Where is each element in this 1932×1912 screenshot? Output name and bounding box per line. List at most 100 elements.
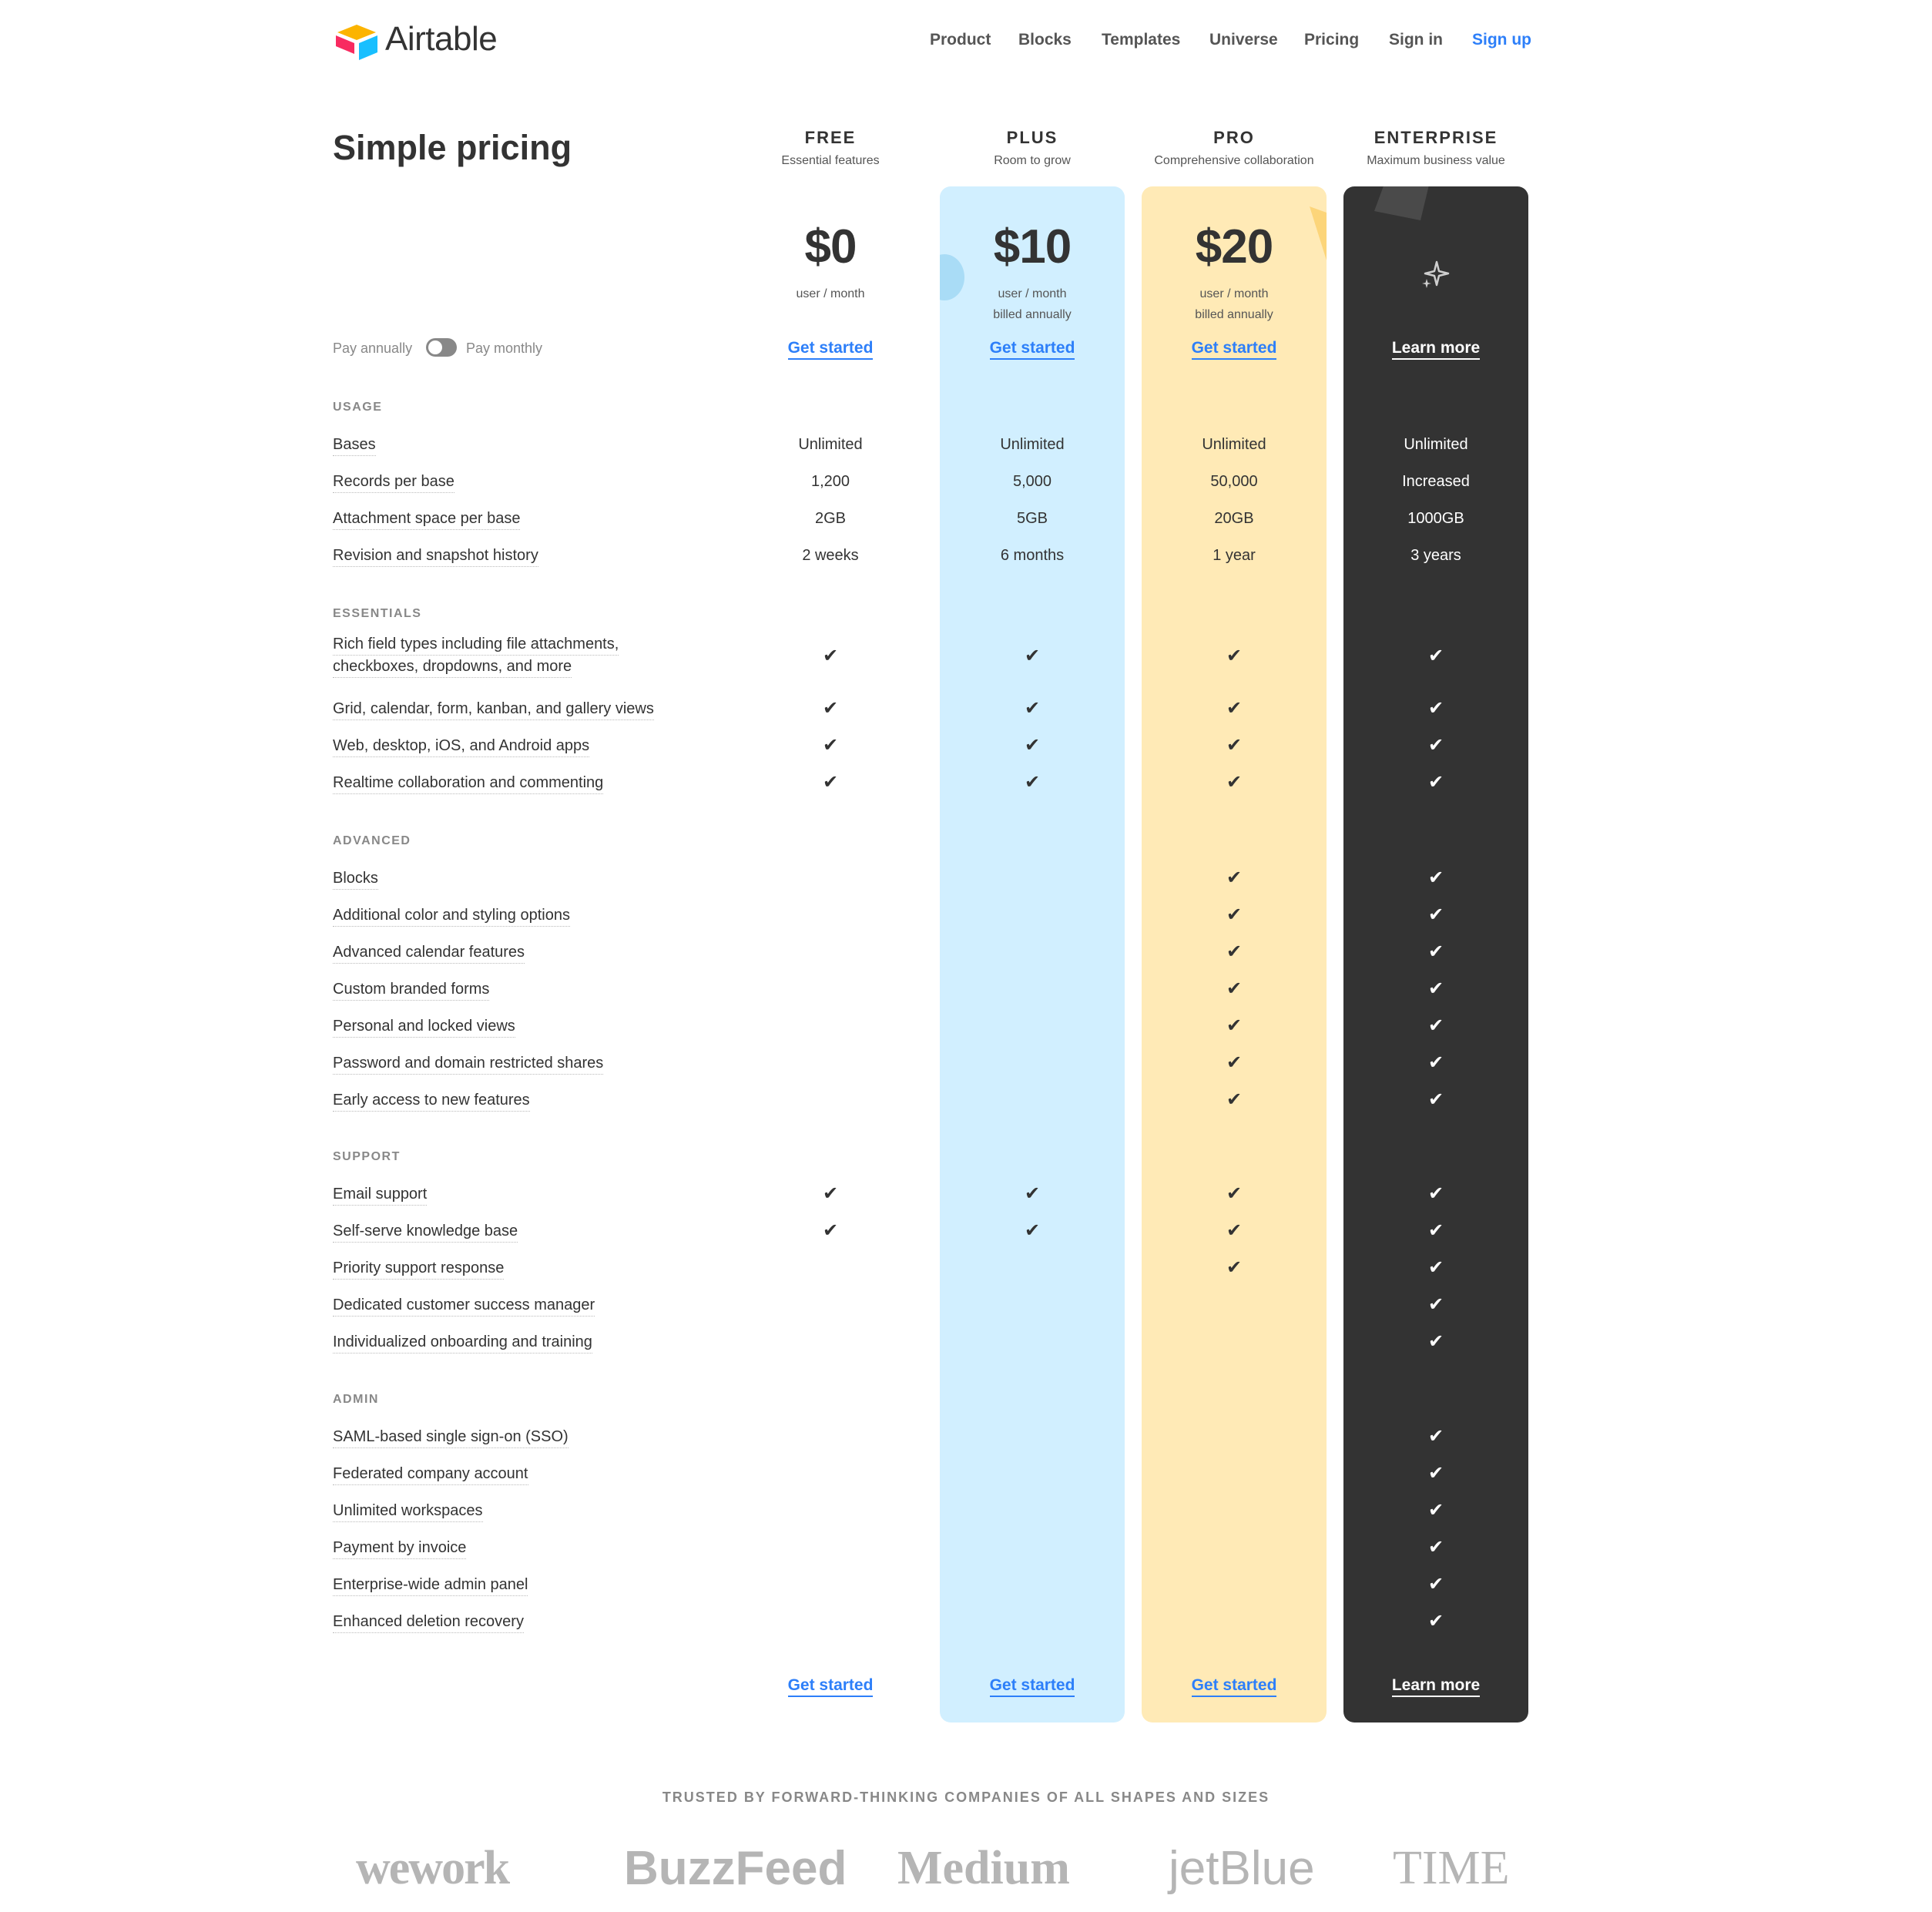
feature-label[interactable]: Unlimited workspaces	[333, 1500, 483, 1522]
feature-row: Federated company account ✔	[0, 1463, 1932, 1494]
section-heading-support: SUPPORT	[333, 1150, 401, 1163]
plan-desc-pro: Comprehensive collaboration	[1154, 154, 1314, 167]
pay-annually-label: Pay annually	[333, 340, 413, 356]
section-heading-usage: USAGE	[333, 401, 383, 414]
feature-label[interactable]: Realtime collaboration and commenting	[333, 772, 604, 794]
nav-product[interactable]: Product	[930, 31, 991, 49]
nav-sign-in[interactable]: Sign in	[1389, 31, 1443, 49]
check-icon: ✔	[1427, 1611, 1444, 1632]
check-icon: ✔	[1427, 941, 1444, 962]
check-icon: ✔	[1427, 904, 1444, 925]
price-plus: $10	[993, 220, 1072, 273]
feature-row: Advanced calendar features ✔ ✔	[0, 941, 1932, 972]
nav-sign-up[interactable]: Sign up	[1472, 31, 1531, 49]
feature-value: 6 months	[1000, 547, 1065, 564]
feature-label[interactable]: Bases	[333, 434, 376, 456]
check-icon: ✔	[1427, 1331, 1444, 1352]
feature-label[interactable]: SAML-based single sign-on (SSO)	[333, 1426, 569, 1448]
feature-value: Unlimited	[1404, 436, 1468, 453]
feature-label[interactable]: Enhanced deletion recovery	[333, 1611, 524, 1633]
get-started-pro-button[interactable]: Get started	[1133, 339, 1335, 360]
feature-label[interactable]: Email support	[333, 1183, 428, 1206]
get-started-plus-bottom-button[interactable]: Get started	[931, 1676, 1133, 1697]
trusted-heading: TRUSTED BY FORWARD-THINKING COMPANIES OF…	[662, 1790, 1270, 1805]
check-icon: ✔	[1226, 1089, 1243, 1110]
check-icon: ✔	[822, 1183, 839, 1204]
time-logo: TIME	[1393, 1842, 1510, 1894]
feature-row: Blocks ✔ ✔	[0, 867, 1932, 898]
feature-row: Unlimited workspaces ✔	[0, 1500, 1932, 1531]
check-icon: ✔	[1427, 1015, 1444, 1036]
feature-label[interactable]: Advanced calendar features	[333, 941, 525, 964]
price-unit-plus: user / month billed annually	[993, 287, 1072, 321]
feature-label[interactable]: Blocks	[333, 867, 378, 890]
plan-name-plus: PLUS	[1006, 128, 1058, 147]
get-started-free-button[interactable]: Get started	[730, 339, 931, 360]
check-icon: ✔	[1024, 646, 1041, 666]
feature-label[interactable]: Enterprise-wide admin panel	[333, 1574, 528, 1596]
airtable-logo-icon[interactable]	[333, 22, 381, 60]
feature-label[interactable]: Personal and locked views	[333, 1015, 515, 1038]
get-started-pro-bottom-button[interactable]: Get started	[1133, 1676, 1335, 1697]
feature-label[interactable]: Grid, calendar, form, kanban, and galler…	[333, 698, 654, 720]
check-icon: ✔	[1226, 646, 1243, 666]
feature-label[interactable]: Early access to new features	[333, 1089, 530, 1112]
feature-row: Self-serve knowledge base ✔ ✔ ✔ ✔	[0, 1220, 1932, 1251]
feature-row: Early access to new features ✔ ✔	[0, 1089, 1932, 1120]
feature-row: Web, desktop, iOS, and Android apps ✔ ✔ ✔ ✔	[0, 735, 1932, 766]
check-icon: ✔	[1024, 735, 1041, 756]
nav-blocks[interactable]: Blocks	[1018, 31, 1072, 49]
feature-row: Rich field types including file attachme…	[0, 636, 1932, 678]
section-heading-admin: ADMIN	[333, 1393, 379, 1406]
feature-row: Enhanced deletion recovery ✔	[0, 1611, 1932, 1642]
check-icon: ✔	[1226, 867, 1243, 888]
feature-label[interactable]: Individualized onboarding and training	[333, 1331, 592, 1353]
feature-label[interactable]: Revision and snapshot history	[333, 545, 538, 567]
feature-row: Realtime collaboration and commenting ✔ ✔ ✔…	[0, 772, 1932, 803]
check-icon: ✔	[1427, 735, 1444, 756]
feature-label[interactable]: Dedicated customer success manager	[333, 1294, 595, 1317]
learn-more-enterprise-button[interactable]: Learn more	[1335, 339, 1537, 360]
check-icon: ✔	[1427, 772, 1444, 793]
billing-toggle[interactable]	[426, 338, 457, 357]
check-icon: ✔	[1024, 1220, 1041, 1241]
feature-label[interactable]: Payment by invoice	[333, 1537, 467, 1559]
check-icon: ✔	[1226, 1257, 1243, 1278]
feature-label[interactable]: Password and domain restricted shares	[333, 1052, 604, 1075]
check-icon: ✔	[1226, 1052, 1243, 1073]
feature-label[interactable]: Additional color and styling options	[333, 904, 570, 927]
get-started-plus-button[interactable]: Get started	[931, 339, 1133, 360]
feature-row: Individualized onboarding and training ✔	[0, 1331, 1932, 1362]
feature-label[interactable]: Federated company account	[333, 1463, 528, 1485]
check-icon: ✔	[1427, 867, 1444, 888]
jetblue-logo: jetBlue	[1169, 1842, 1315, 1895]
nav-pricing[interactable]: Pricing	[1304, 31, 1359, 49]
plan-name-free: FREE	[804, 128, 857, 147]
learn-more-enterprise-bottom-button[interactable]: Learn more	[1335, 1676, 1537, 1697]
nav-universe[interactable]: Universe	[1209, 31, 1278, 49]
feature-value: Unlimited	[1000, 436, 1065, 453]
check-icon: ✔	[1024, 1183, 1041, 1204]
feature-row: Revision and snapshot history 2 weeks 6 mo…	[0, 545, 1932, 575]
feature-label[interactable]: Custom branded forms	[333, 978, 490, 1001]
feature-label[interactable]: Web, desktop, iOS, and Android apps	[333, 735, 590, 757]
check-icon: ✔	[822, 735, 839, 756]
pay-monthly-label: Pay monthly	[466, 340, 543, 356]
feature-label[interactable]: Self-serve knowledge base	[333, 1220, 518, 1243]
page-title: Simple pricing	[333, 128, 572, 167]
get-started-free-bottom-button[interactable]: Get started	[730, 1676, 931, 1697]
check-icon: ✔	[1226, 978, 1243, 999]
check-icon: ✔	[822, 698, 839, 719]
brand-name[interactable]: Airtable	[385, 20, 498, 59]
feature-value: 20GB	[1214, 510, 1254, 527]
feature-label[interactable]: Records per base	[333, 471, 454, 493]
feature-label[interactable]: Attachment space per base	[333, 508, 521, 530]
feature-value: Unlimited	[798, 436, 863, 453]
feature-label[interactable]: Rich field types including file attachme…	[333, 633, 619, 678]
feature-row: Email support ✔ ✔ ✔ ✔	[0, 1183, 1932, 1214]
feature-row: Payment by invoice ✔	[0, 1537, 1932, 1568]
feature-label[interactable]: Priority support response	[333, 1257, 505, 1280]
section-heading-advanced: ADVANCED	[333, 834, 411, 847]
feature-row: SAML-based single sign-on (SSO) ✔	[0, 1426, 1932, 1457]
nav-templates[interactable]: Templates	[1102, 31, 1180, 49]
